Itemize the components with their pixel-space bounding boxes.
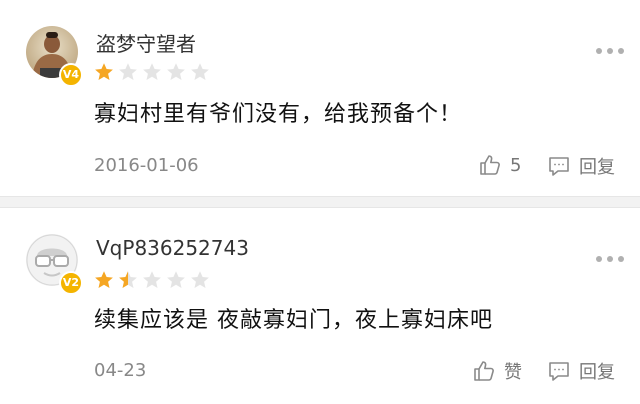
star-empty-icon xyxy=(191,271,209,288)
like-button[interactable]: 赞 xyxy=(472,358,522,384)
comment-card: V4 盗梦守望者 寡妇村里有爷们没有，给我预备个！ 2016-01-06 5 回… xyxy=(0,0,640,196)
star-rating xyxy=(94,62,210,82)
star-empty-icon xyxy=(143,63,161,80)
reply-label: 回复 xyxy=(579,157,615,178)
thumbs-up-icon xyxy=(478,153,502,177)
like-label: 赞 xyxy=(504,362,522,383)
star-empty-icon xyxy=(143,271,161,288)
comment-card: V2 VqP836252743 续集应该是 夜敲寡妇门，夜上寡妇床吧 04-23… xyxy=(0,208,640,404)
reply-label: 回复 xyxy=(579,362,615,383)
avatar[interactable]: V4 xyxy=(26,26,83,87)
star-empty-icon xyxy=(167,271,185,288)
comment-text: 续集应该是 夜敲寡妇门，夜上寡妇床吧 xyxy=(94,308,493,333)
username[interactable]: 盗梦守望者 xyxy=(96,28,196,57)
star-empty-icon xyxy=(191,63,209,80)
star-empty-icon xyxy=(119,63,137,80)
like-button[interactable]: 5 xyxy=(478,153,521,177)
username[interactable]: VqP836252743 xyxy=(96,236,249,260)
level-badge: V2 xyxy=(59,271,83,295)
comment-date: 2016-01-06 xyxy=(94,155,199,176)
comment-text: 寡妇村里有爷们没有，给我预备个！ xyxy=(94,102,463,127)
level-badge: V4 xyxy=(59,63,83,87)
comment-date: 04-23 xyxy=(94,360,147,381)
thumbs-up-icon xyxy=(472,359,496,383)
more-dots-icon[interactable] xyxy=(596,48,624,54)
star-rating xyxy=(94,270,210,290)
star-filled-icon xyxy=(95,271,113,288)
star-empty-icon xyxy=(167,63,185,80)
like-count: 5 xyxy=(510,154,522,176)
comment-bubble-icon xyxy=(547,359,571,383)
divider xyxy=(0,196,640,208)
reply-button[interactable]: 回复 xyxy=(547,153,615,179)
avatar[interactable]: V2 xyxy=(26,234,83,295)
more-dots-icon[interactable] xyxy=(596,256,624,262)
comment-bubble-icon xyxy=(547,154,571,178)
star-half-icon xyxy=(119,271,137,288)
star-filled-icon xyxy=(95,63,113,80)
reply-button[interactable]: 回复 xyxy=(547,358,615,384)
